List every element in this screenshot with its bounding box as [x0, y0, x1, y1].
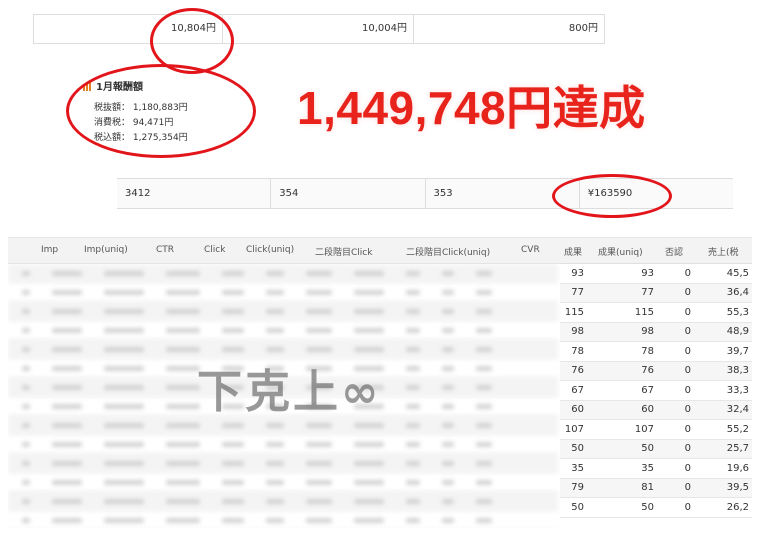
stats-cell-2: 354 — [271, 179, 426, 208]
rejected-cell: 0 — [684, 482, 691, 494]
table-row: 79 81 0 39,5 — [560, 478, 752, 498]
blurred-row — [8, 283, 558, 302]
sales-cell: 33,3 — [726, 384, 749, 396]
results-cell: 78 — [571, 345, 584, 357]
results-uniq-cell: 107 — [634, 423, 654, 435]
table-row: 107 107 0 55,2 — [560, 420, 752, 440]
blurred-row — [8, 492, 558, 511]
results-cell: 93 — [571, 267, 584, 279]
col-results[interactable]: 成果 — [564, 245, 582, 258]
results-uniq-cell: 76 — [641, 365, 654, 377]
table-row: 115 115 0 55,3 — [560, 303, 752, 323]
sales-cell: 25,7 — [726, 443, 749, 455]
blurred-row — [8, 511, 558, 528]
rejected-cell: 0 — [684, 501, 691, 513]
sales-cell: 39,7 — [726, 345, 749, 357]
results-uniq-cell: 78 — [641, 345, 654, 357]
results-cell: 60 — [571, 404, 584, 416]
results-cell: 67 — [571, 384, 584, 396]
stats-cell-1: 3412 — [117, 179, 272, 208]
col-results-uniq[interactable]: 成果(uniq) — [598, 245, 643, 258]
col-click-uniq[interactable]: Click(uniq) — [246, 245, 294, 255]
top-summary-row: 10,804円 10,004円 800円 — [33, 14, 605, 44]
sales-cell: 55,3 — [726, 306, 749, 318]
blurred-row — [8, 264, 558, 283]
highlight-ring-sales — [552, 174, 672, 218]
table-row: 67 67 0 33,3 — [560, 381, 752, 401]
rejected-cell: 0 — [684, 306, 691, 318]
results-uniq-cell: 35 — [641, 462, 654, 474]
rejected-cell: 0 — [684, 326, 691, 338]
results-uniq-cell: 67 — [641, 384, 654, 396]
sales-cell: 48,9 — [726, 326, 749, 338]
results-uniq-cell: 60 — [641, 404, 654, 416]
results-cell: 76 — [571, 365, 584, 377]
results-uniq-cell: 77 — [641, 287, 654, 299]
blurred-row — [8, 321, 558, 340]
sales-cell: 39,5 — [726, 482, 749, 494]
sales-cell: 19,6 — [726, 462, 749, 474]
rejected-cell: 0 — [684, 462, 691, 474]
results-uniq-cell: 93 — [641, 267, 654, 279]
sales-cell: 38,3 — [726, 365, 749, 377]
rejected-cell: 0 — [684, 443, 691, 455]
results-cell: 50 — [571, 443, 584, 455]
col-click[interactable]: Click — [204, 245, 225, 255]
results-cell: 79 — [571, 482, 584, 494]
col-second-click-uniq[interactable]: 二段階目Click(uniq) — [406, 245, 490, 258]
col-ctr[interactable]: CTR — [156, 245, 174, 255]
col-sales[interactable]: 売上(税 — [708, 245, 739, 258]
rejected-cell: 0 — [684, 423, 691, 435]
col-second-click[interactable]: 二段階目Click — [315, 245, 372, 258]
table-row: 98 98 0 48,9 — [560, 322, 752, 342]
results-cell: 50 — [571, 501, 584, 513]
table-row: 78 78 0 39,7 — [560, 342, 752, 362]
results-uniq-cell: 115 — [634, 306, 654, 318]
visible-results-columns: 93 93 0 45,5 77 77 0 36,4 115 115 0 55,3 98 98 0 48,9 78… — [560, 264, 752, 518]
col-cvr[interactable]: CVR — [521, 245, 540, 255]
results-cell: 35 — [571, 462, 584, 474]
top-cell-2: 10,004円 — [223, 15, 414, 43]
watermark: 下克上∞ — [197, 365, 382, 418]
results-uniq-cell: 50 — [641, 501, 654, 513]
rejected-cell: 0 — [684, 384, 691, 396]
table-header: Imp Imp(uniq) CTR Click Click(uniq) 二段階目… — [8, 238, 752, 264]
table-row: 93 93 0 45,5 — [560, 264, 752, 284]
results-cell: 98 — [571, 326, 584, 338]
table-row: 35 35 0 19,6 — [560, 459, 752, 479]
sales-cell: 26,2 — [726, 501, 749, 513]
results-uniq-cell: 81 — [641, 482, 654, 494]
table-row: 76 76 0 38,3 — [560, 361, 752, 381]
table-row: 50 50 0 25,7 — [560, 439, 752, 459]
results-cell: 107 — [564, 423, 584, 435]
results-cell: 77 — [571, 287, 584, 299]
sales-cell: 45,5 — [726, 267, 749, 279]
results-uniq-cell: 50 — [641, 443, 654, 455]
achievement-headline: 1,449,748円達成 — [297, 82, 646, 134]
blurred-row — [8, 302, 558, 321]
rejected-cell: 0 — [684, 345, 691, 357]
rejected-cell: 0 — [684, 267, 691, 279]
rejected-cell: 0 — [684, 404, 691, 416]
blurred-row — [8, 435, 558, 454]
table-row: 60 60 0 32,4 — [560, 400, 752, 420]
results-cell: 115 — [564, 306, 584, 318]
table-row: 50 50 0 26,2 — [560, 498, 752, 518]
sales-cell: 36,4 — [726, 287, 749, 299]
rejected-cell: 0 — [684, 287, 691, 299]
sales-cell: 32,4 — [726, 404, 749, 416]
blurred-row — [8, 473, 558, 492]
sales-cell: 55,2 — [726, 423, 749, 435]
highlight-ring-earnings — [66, 64, 256, 158]
col-imp[interactable]: Imp — [41, 245, 58, 255]
rejected-cell: 0 — [684, 365, 691, 377]
results-uniq-cell: 98 — [641, 326, 654, 338]
col-rejected[interactable]: 否認 — [665, 245, 683, 258]
table-row: 77 77 0 36,4 — [560, 283, 752, 303]
blurred-row — [8, 454, 558, 473]
top-cell-3: 800円 — [568, 23, 598, 34]
col-imp-uniq[interactable]: Imp(uniq) — [84, 245, 128, 255]
